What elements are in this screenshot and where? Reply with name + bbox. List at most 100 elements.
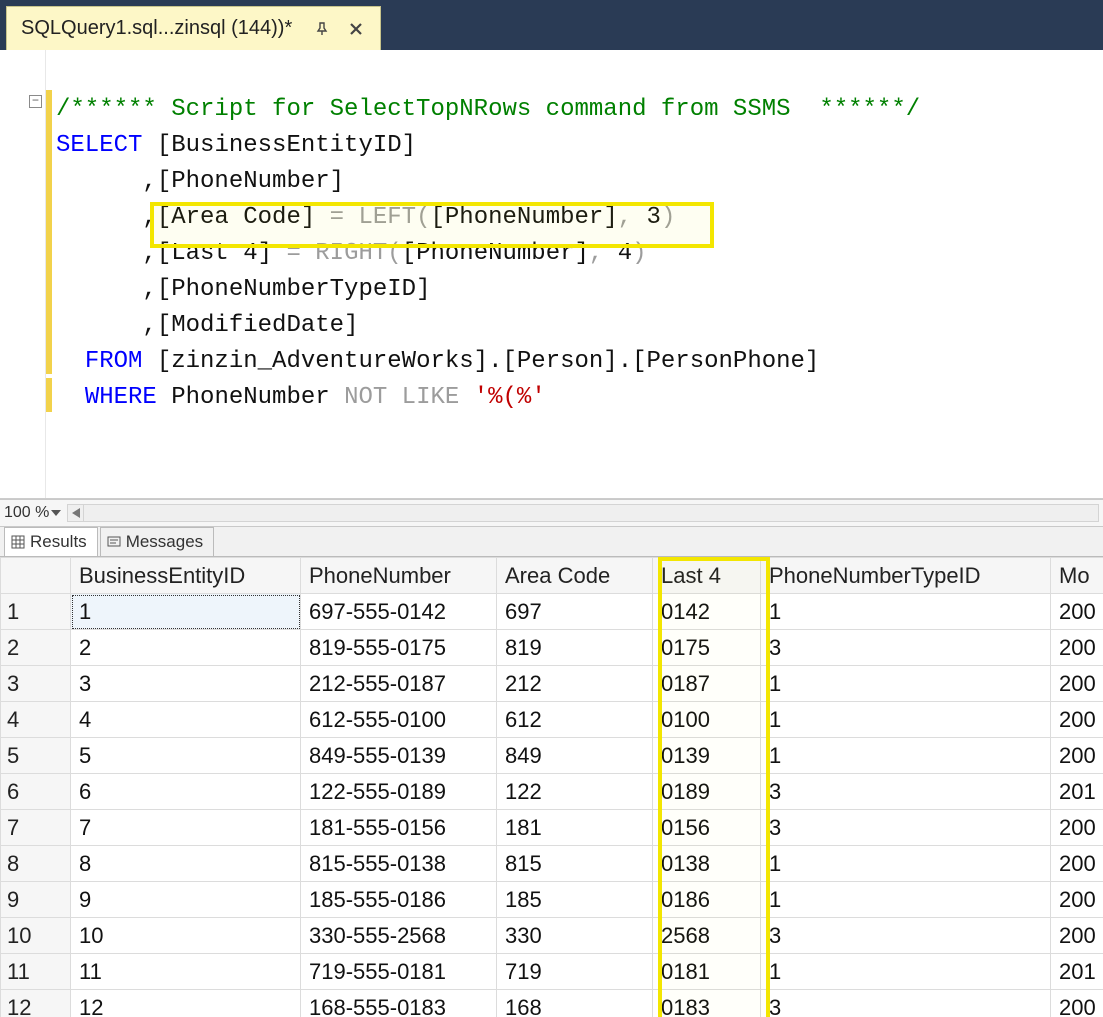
- cell-mod[interactable]: 200: [1051, 882, 1103, 918]
- table-row[interactable]: 1212168-555-018316801833200: [1, 990, 1103, 1017]
- close-icon[interactable]: [342, 15, 370, 43]
- cell-beid[interactable]: 12: [71, 990, 301, 1017]
- cell-last4[interactable]: 2568: [653, 918, 761, 954]
- cell-ptype[interactable]: 1: [761, 738, 1051, 774]
- cell-last4[interactable]: 0183: [653, 990, 761, 1017]
- cell-mod[interactable]: 200: [1051, 666, 1103, 702]
- cell-last4[interactable]: 0187: [653, 666, 761, 702]
- table-row[interactable]: 33212-555-018721201871200: [1, 666, 1103, 702]
- cell-last4[interactable]: 0175: [653, 630, 761, 666]
- cell-last4[interactable]: 0142: [653, 594, 761, 630]
- cell-phone[interactable]: 185-555-0186: [301, 882, 497, 918]
- cell-mod[interactable]: 201: [1051, 954, 1103, 990]
- cell-area[interactable]: 815: [497, 846, 653, 882]
- cell-last4[interactable]: 0181: [653, 954, 761, 990]
- table-row[interactable]: 77181-555-015618101563200: [1, 810, 1103, 846]
- cell-last4[interactable]: 0138: [653, 846, 761, 882]
- cell-area[interactable]: 185: [497, 882, 653, 918]
- rownum[interactable]: 6: [1, 774, 71, 810]
- cell-ptype[interactable]: 1: [761, 666, 1051, 702]
- table-row[interactable]: 55849-555-013984901391200: [1, 738, 1103, 774]
- table-row[interactable]: 1111719-555-018171901811201: [1, 954, 1103, 990]
- header-modifieddate[interactable]: Mo: [1051, 558, 1103, 594]
- cell-mod[interactable]: 200: [1051, 918, 1103, 954]
- rownum[interactable]: 5: [1, 738, 71, 774]
- cell-mod[interactable]: 200: [1051, 846, 1103, 882]
- cell-beid[interactable]: 5: [71, 738, 301, 774]
- cell-ptype[interactable]: 1: [761, 594, 1051, 630]
- cell-ptype[interactable]: 1: [761, 882, 1051, 918]
- cell-area[interactable]: 181: [497, 810, 653, 846]
- rownum[interactable]: 10: [1, 918, 71, 954]
- rownum[interactable]: 8: [1, 846, 71, 882]
- rownum[interactable]: 11: [1, 954, 71, 990]
- cell-area[interactable]: 697: [497, 594, 653, 630]
- table-row[interactable]: 22819-555-017581901753200: [1, 630, 1103, 666]
- pin-icon[interactable]: [308, 15, 336, 43]
- cell-last4[interactable]: 0156: [653, 810, 761, 846]
- cell-area[interactable]: 168: [497, 990, 653, 1017]
- cell-ptype[interactable]: 3: [761, 990, 1051, 1017]
- cell-mod[interactable]: 200: [1051, 702, 1103, 738]
- header-businessentityid[interactable]: BusinessEntityID: [71, 558, 301, 594]
- document-tab[interactable]: SQLQuery1.sql...zinsql (144))*: [6, 6, 381, 50]
- cell-phone[interactable]: 819-555-0175: [301, 630, 497, 666]
- cell-beid[interactable]: 11: [71, 954, 301, 990]
- cell-ptype[interactable]: 3: [761, 630, 1051, 666]
- cell-area[interactable]: 719: [497, 954, 653, 990]
- cell-phone[interactable]: 212-555-0187: [301, 666, 497, 702]
- table-row[interactable]: 11697-555-014269701421200: [1, 594, 1103, 630]
- cell-beid[interactable]: 10: [71, 918, 301, 954]
- header-phonenumber[interactable]: PhoneNumber: [301, 558, 497, 594]
- cell-phone[interactable]: 719-555-0181: [301, 954, 497, 990]
- table-row[interactable]: 1010330-555-256833025683200: [1, 918, 1103, 954]
- cell-phone[interactable]: 612-555-0100: [301, 702, 497, 738]
- results-grid[interactable]: BusinessEntityID PhoneNumber Area Code L…: [0, 557, 1103, 1017]
- cell-beid[interactable]: 8: [71, 846, 301, 882]
- cell-last4[interactable]: 0139: [653, 738, 761, 774]
- tab-results[interactable]: Results: [4, 527, 98, 556]
- cell-last4[interactable]: 0100: [653, 702, 761, 738]
- cell-phone[interactable]: 849-555-0139: [301, 738, 497, 774]
- cell-beid[interactable]: 9: [71, 882, 301, 918]
- header-phonenumbertypeid[interactable]: PhoneNumberTypeID: [761, 558, 1051, 594]
- cell-mod[interactable]: 200: [1051, 594, 1103, 630]
- rownum[interactable]: 12: [1, 990, 71, 1017]
- cell-area[interactable]: 849: [497, 738, 653, 774]
- rownum[interactable]: 7: [1, 810, 71, 846]
- cell-last4[interactable]: 0186: [653, 882, 761, 918]
- collapse-toggle-icon[interactable]: −: [29, 95, 42, 108]
- table-row[interactable]: 44612-555-010061201001200: [1, 702, 1103, 738]
- cell-mod[interactable]: 200: [1051, 630, 1103, 666]
- header-areacode[interactable]: Area Code: [497, 558, 653, 594]
- cell-phone[interactable]: 168-555-0183: [301, 990, 497, 1017]
- zoom-dropdown[interactable]: 100 %: [4, 504, 63, 522]
- cell-mod[interactable]: 200: [1051, 738, 1103, 774]
- cell-mod[interactable]: 201: [1051, 774, 1103, 810]
- cell-beid[interactable]: 4: [71, 702, 301, 738]
- cell-area[interactable]: 330: [497, 918, 653, 954]
- cell-ptype[interactable]: 1: [761, 846, 1051, 882]
- cell-area[interactable]: 212: [497, 666, 653, 702]
- cell-phone[interactable]: 697-555-0142: [301, 594, 497, 630]
- header-last4[interactable]: Last 4: [653, 558, 761, 594]
- cell-last4[interactable]: 0189: [653, 774, 761, 810]
- table-row[interactable]: 99185-555-018618501861200: [1, 882, 1103, 918]
- rownum[interactable]: 2: [1, 630, 71, 666]
- rownum[interactable]: 4: [1, 702, 71, 738]
- cell-beid[interactable]: 2: [71, 630, 301, 666]
- rownum[interactable]: 3: [1, 666, 71, 702]
- cell-phone[interactable]: 330-555-2568: [301, 918, 497, 954]
- scroll-left-icon[interactable]: [68, 505, 84, 521]
- cell-ptype[interactable]: 3: [761, 810, 1051, 846]
- cell-area[interactable]: 122: [497, 774, 653, 810]
- cell-phone[interactable]: 815-555-0138: [301, 846, 497, 882]
- horizontal-scrollbar[interactable]: [67, 504, 1099, 522]
- cell-phone[interactable]: 181-555-0156: [301, 810, 497, 846]
- sql-editor[interactable]: /****** Script for SelectTopNRows comman…: [46, 50, 1103, 498]
- cell-area[interactable]: 612: [497, 702, 653, 738]
- cell-ptype[interactable]: 1: [761, 702, 1051, 738]
- cell-beid[interactable]: 1: [71, 594, 301, 630]
- cell-mod[interactable]: 200: [1051, 810, 1103, 846]
- cell-phone[interactable]: 122-555-0189: [301, 774, 497, 810]
